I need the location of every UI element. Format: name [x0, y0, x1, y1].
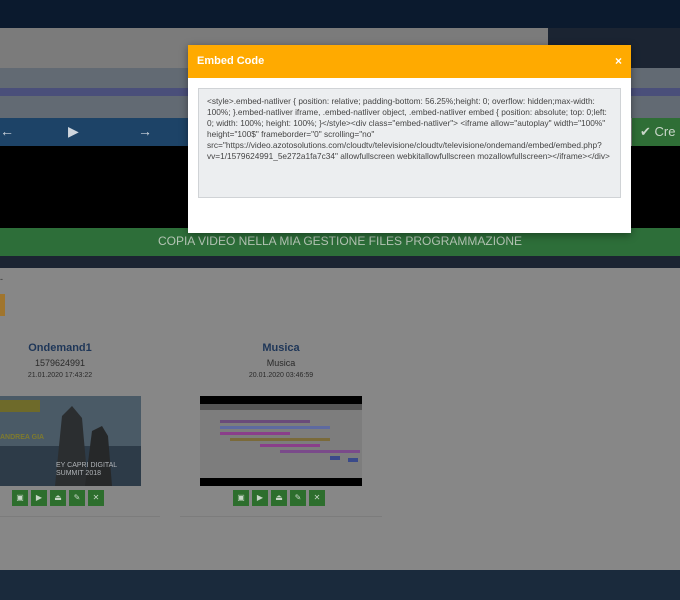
card-actions: ▣ ▶ ⏏ ✎ ✕ [233, 490, 325, 506]
divider-band [0, 256, 680, 268]
create-button-label: Cre [654, 124, 676, 139]
player-controls: ← ▶ → [0, 118, 190, 146]
embed-code-textarea[interactable]: <style>.embed-natliver { position: relat… [198, 88, 621, 198]
card-divider [180, 516, 382, 517]
eject-button[interactable]: ⏏ [50, 490, 66, 506]
eject-button[interactable]: ⏏ [271, 490, 287, 506]
create-button[interactable]: ✔ Cre [632, 118, 680, 146]
edit-button[interactable]: ✎ [290, 490, 306, 506]
card-date: 20.01.2020 03:46:59 [248, 372, 314, 379]
modal-header: Embed Code × [188, 45, 631, 78]
delete-button[interactable]: ✕ [88, 490, 104, 506]
video-card-ondemand1: Ondemand1 1579624991 21.01.2020 17:43:22 [0, 342, 120, 379]
embed-code-modal: Embed Code × <style>.embed-natliver { po… [188, 45, 631, 233]
card-divider [0, 516, 160, 517]
video-thumbnail[interactable]: ANDREA GIA EY CAPRI DIGITAL SUMMIT 2018 [0, 396, 141, 486]
top-navbar [0, 0, 680, 28]
close-icon[interactable]: × [615, 54, 622, 68]
play-button[interactable]: ▶ [31, 490, 47, 506]
prev-icon[interactable]: ← [0, 123, 14, 139]
video-card-musica: Musica Musica 20.01.2020 03:46:59 [201, 342, 361, 379]
list-marker: - [0, 274, 3, 284]
orange-tab[interactable] [0, 294, 5, 316]
thumb-summit-text: EY CAPRI DIGITAL SUMMIT 2018 [56, 462, 117, 477]
card-actions: ▣ ▶ ⏏ ✎ ✕ [12, 490, 104, 506]
card-title[interactable]: Ondemand1 [0, 342, 120, 354]
footer [0, 570, 680, 600]
modal-title: Embed Code [197, 55, 265, 67]
delete-button[interactable]: ✕ [309, 490, 325, 506]
thumbnail-image [200, 404, 362, 478]
video-thumbnail[interactable] [200, 396, 362, 486]
card-date: 21.01.2020 17:43:22 [27, 372, 93, 379]
play-icon[interactable]: ▶ [68, 123, 79, 140]
card-title[interactable]: Musica [201, 342, 361, 354]
card-subtitle: 1579624991 [34, 358, 86, 368]
card-subtitle: Musica [266, 358, 296, 368]
info-button[interactable]: ▣ [233, 490, 249, 506]
edit-button[interactable]: ✎ [69, 490, 85, 506]
play-button[interactable]: ▶ [252, 490, 268, 506]
next-icon[interactable]: → [138, 123, 152, 139]
thumb-caption: ANDREA GIA [0, 434, 45, 441]
info-button[interactable]: ▣ [12, 490, 28, 506]
